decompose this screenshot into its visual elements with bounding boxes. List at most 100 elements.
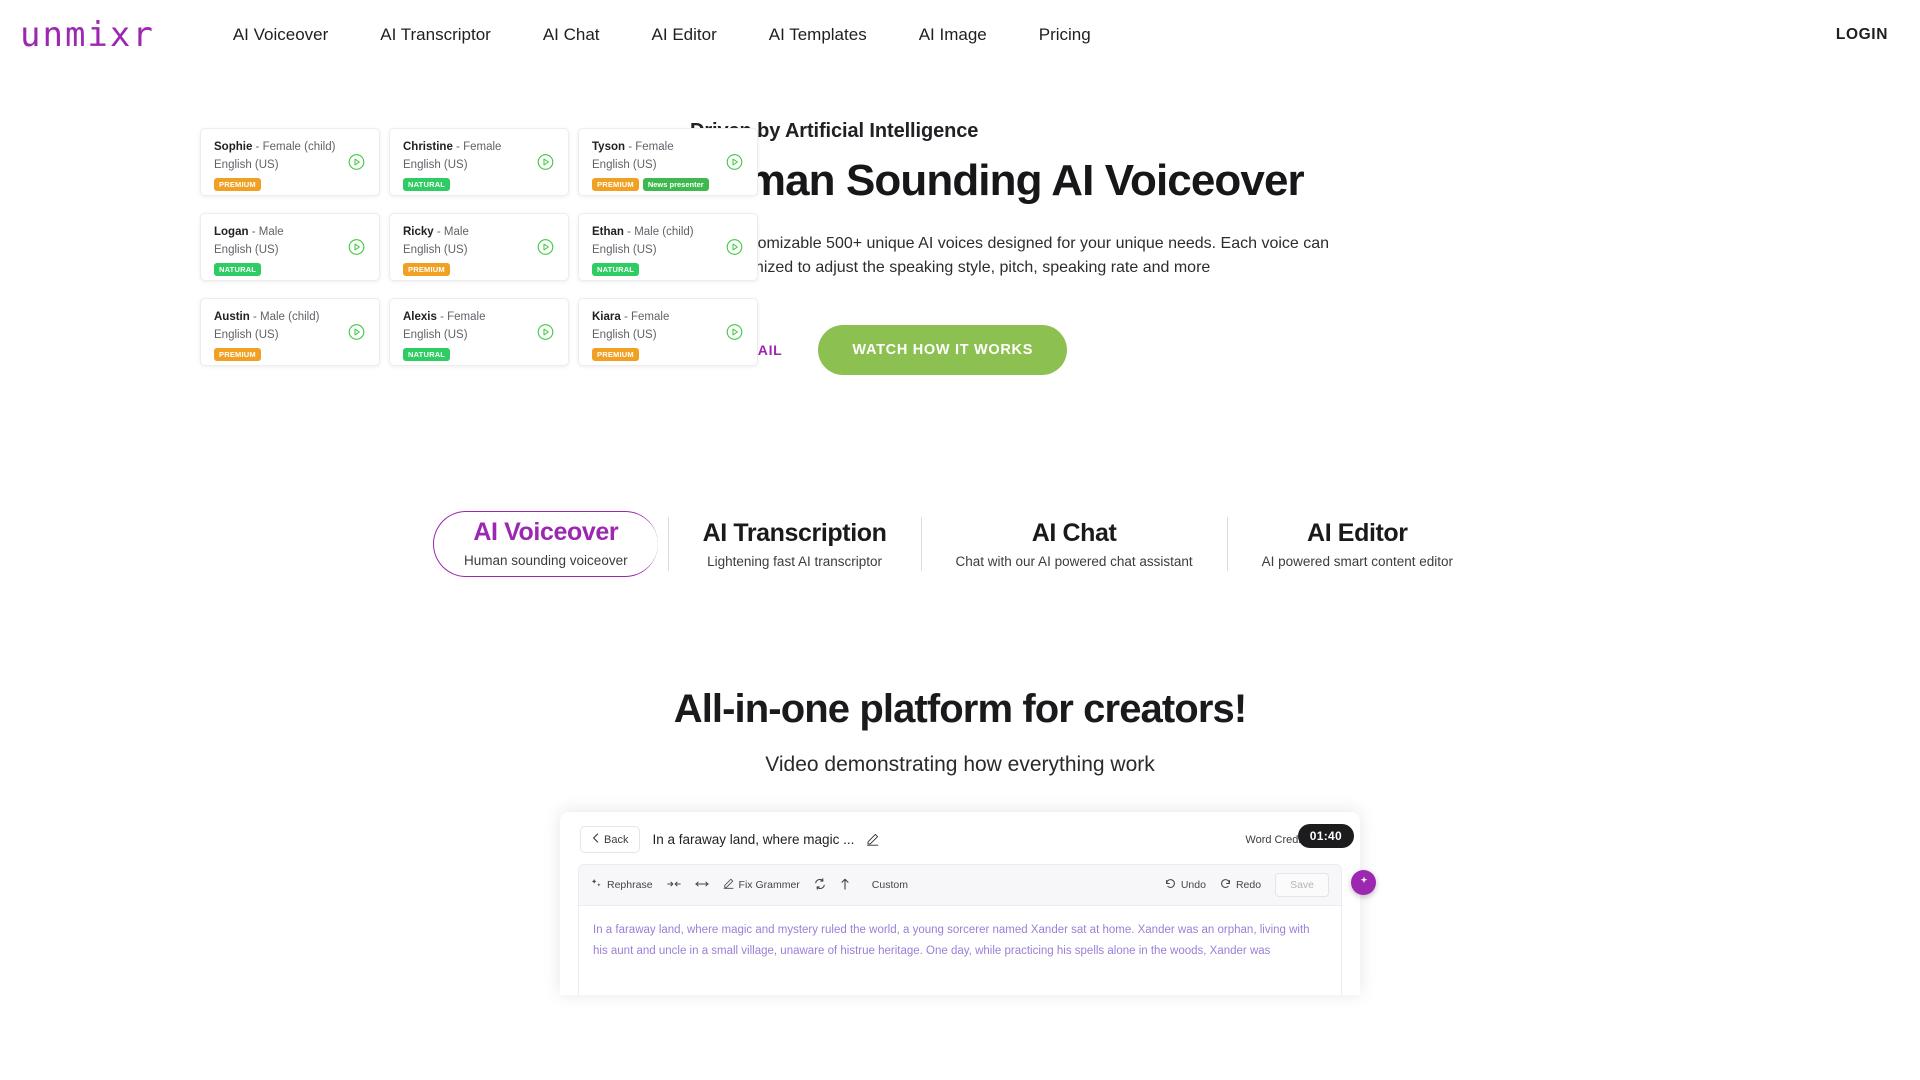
pencil-edit-icon[interactable] [866,833,879,846]
voice-gender: - [248,226,259,238]
voice-card[interactable]: Sophie - Female (child) English (US) PREMI… [200,128,380,196]
voice-grid-container: Sophie - Female (child) English (US) PREMI… [0,110,758,366]
play-icon[interactable] [537,154,554,171]
rewrite-tool[interactable] [814,877,826,893]
expand-tool[interactable] [694,879,709,892]
tab-description: Human sounding voiceover [463,553,628,569]
voice-gender-value: Female (child) [262,141,336,153]
nav-item-ai-templates[interactable]: AI Templates [743,17,893,53]
back-button[interactable]: Back [580,826,641,854]
nav-item-ai-voiceover[interactable]: AI Voiceover [207,17,354,53]
voice-gender-value: Male [443,226,469,238]
tab-description: Chat with our AI powered chat assistant [955,554,1193,570]
arrow-up-icon [840,878,850,893]
platform-title: All-in-one platform for creators! [673,687,1247,732]
expand-icon [694,879,709,892]
nav-item-ai-image[interactable]: AI Image [893,17,1013,53]
shorten-tool[interactable] [666,879,681,892]
voice-gender: - [436,311,448,323]
voice-badges: NATURAL [403,347,557,361]
play-icon[interactable] [726,324,743,341]
voice-language: English (US) [403,243,468,256]
status-badge: News presenter [642,177,709,191]
voice-card[interactable]: Ethan - Male (child) English (US) NATURAL [578,213,758,281]
voice-gender-value: Female [635,141,674,153]
platform-subtitle: Video demonstrating how everything work [765,753,1155,777]
editor-topbar: Back In a faraway land, where magic ... … [576,823,1354,864]
platform-section: All-in-one platform for creators! Video … [0,687,1920,777]
voice-badges: PREMIUM [214,347,368,361]
undo-icon [1165,878,1176,892]
redo-button[interactable]: Redo [1220,878,1261,892]
voice-card-name: Sophie - Female (child) [214,141,368,155]
voice-card[interactable]: Austin - Male (child) English (US) PREMIUM [200,298,380,366]
tab-ai-transcription[interactable]: AI Transcription Lightening fast AI trans… [669,511,921,577]
voice-card[interactable]: Kiara - Female English (US) PREMIUM [578,298,758,366]
voice-name: Logan [214,226,249,238]
arrow-up-tool[interactable] [840,878,850,893]
nav-item-ai-chat[interactable]: AI Chat [517,17,626,53]
save-button[interactable]: Save [1275,873,1329,898]
timer-badge: 01:40 [1297,823,1354,848]
hero-actions: SEE DETAIL WATCH HOW IT WORKS [690,325,1340,376]
voice-card[interactable]: Logan - Male English (US) NATURAL [200,213,380,281]
nav-links: AI Voiceover AI Transcriptor AI Chat AI … [207,17,1117,53]
voice-card[interactable]: Christine - Female English (US) NATURAL [389,128,569,196]
voice-badges: PREMIUM [592,347,746,361]
nav-item-pricing[interactable]: Pricing [1013,17,1117,53]
status-badge: PREMIUM [592,347,639,361]
pencil-icon [723,878,734,892]
play-icon[interactable] [348,324,365,341]
play-icon[interactable] [537,324,554,341]
hero-section: Sophie - Female (child) English (US) PREMI… [0,70,1920,376]
voice-card[interactable]: Alexis - Female English (US) NATURAL [389,298,569,366]
voice-card-name: Ethan - Male (child) [592,226,746,240]
login-button[interactable]: LOGIN [1826,18,1898,52]
feature-tabs: AI Voiceover Human sounding voiceover AI T… [0,511,1920,578]
play-icon[interactable] [348,239,365,256]
sparkle-icon [591,878,602,892]
voice-gender: - [433,226,444,238]
play-icon[interactable] [726,239,743,256]
voice-language: English (US) [403,158,468,171]
watch-how-it-works-button[interactable]: WATCH HOW IT WORKS [818,325,1068,376]
hero-subtitle: Fully customizable 500+ unique AI voices… [690,234,1330,277]
custom-tool[interactable]: Custom [872,879,908,891]
voice-card[interactable]: Ricky - Male English (US) PREMIUM [389,213,569,281]
status-badge: PREMIUM [403,262,450,276]
voice-gender-value: Male (child) [634,226,694,238]
voice-badges: NATURAL [403,177,557,191]
tab-ai-voiceover[interactable]: AI Voiceover Human sounding voiceover [432,511,658,578]
play-icon[interactable] [537,239,554,256]
fix-grammar-tool[interactable]: Fix Grammer [723,878,800,892]
voice-gender: - [625,141,636,153]
back-button-label: Back [604,833,629,846]
play-icon[interactable] [726,154,743,171]
rewrite-icon [814,877,826,893]
brand-logo[interactable]: unmixr [20,18,155,52]
ai-assistant-fab[interactable] [1351,870,1376,896]
page-title: Human Sounding AI Voiceover [690,156,1305,205]
voice-badges: NATURAL [592,262,746,276]
voice-gender-value: Male (child) [260,311,320,323]
tab-ai-chat[interactable]: AI Chat Chat with our AI powered chat ass… [922,511,1227,577]
editor-body-text[interactable]: In a faraway land, where magic and myste… [578,905,1342,996]
play-icon[interactable] [348,154,365,171]
voice-card[interactable]: Tyson - Female English (US) PREMIUM News pr… [578,128,758,196]
tab-title: AI Chat [1031,519,1117,548]
editor-preview: Back In a faraway land, where magic ... … [560,812,1376,996]
voice-gender-value: Male [258,226,284,238]
sparkle-star-icon [1358,875,1370,890]
voice-language: English (US) [592,243,657,256]
voice-card-name: Austin - Male (child) [214,311,368,325]
voice-badges: PREMIUM [403,262,557,276]
undo-button[interactable]: Undo [1165,878,1206,892]
status-badge: PREMIUM [214,177,261,191]
nav-item-ai-editor[interactable]: AI Editor [626,17,743,53]
nav-item-ai-transcriptor[interactable]: AI Transcriptor [354,17,517,53]
rephrase-tool[interactable]: Rephrase [591,878,653,892]
tab-ai-editor[interactable]: AI Editor AI powered smart content editor [1228,511,1487,577]
voice-badges: NATURAL [214,262,368,276]
editor-topbar-right: Word Credits: 4976 01:40 [1245,823,1354,848]
voice-card-name: Ricky - Male [403,226,557,240]
